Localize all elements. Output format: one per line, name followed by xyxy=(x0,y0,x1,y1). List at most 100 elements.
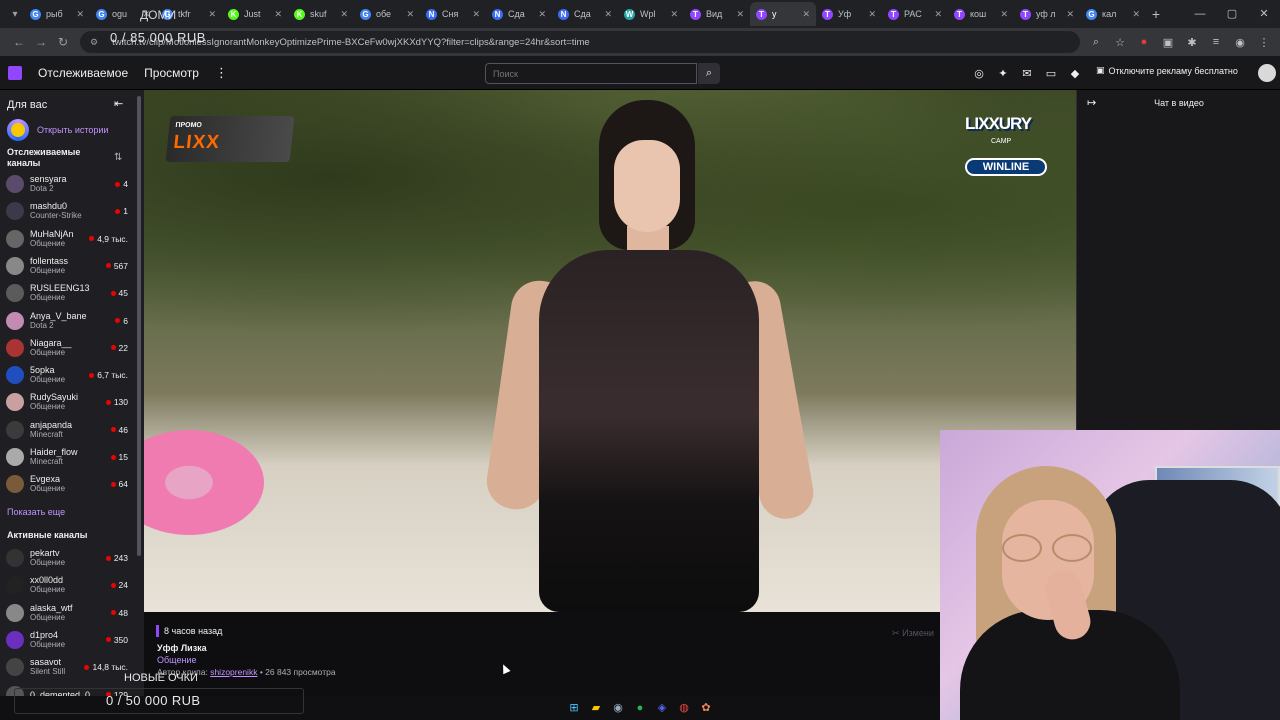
spotify-icon[interactable]: ● xyxy=(632,700,648,716)
stories-button[interactable]: Открыть истории xyxy=(7,119,108,141)
browser-tab[interactable]: T РАС ✕ xyxy=(882,2,948,26)
tab-title: tkfr xyxy=(178,9,191,19)
app-icon[interactable]: ✿ xyxy=(698,700,714,716)
sidebar-channel[interactable]: sensyara Dota 2 4 xyxy=(6,171,128,197)
browser-tab[interactable]: N Сня ✕ xyxy=(420,2,486,26)
browser-tab[interactable]: W Wpl ✕ xyxy=(618,2,684,26)
collapse-sidebar-icon[interactable]: ⇤ xyxy=(114,97,123,110)
tab-close-icon[interactable]: ✕ xyxy=(406,9,414,20)
tab-close-icon[interactable]: ✕ xyxy=(1132,9,1140,20)
user-avatar[interactable] xyxy=(1258,64,1276,82)
sidebar-channel[interactable]: Niagara__ Общение 22 xyxy=(6,335,128,361)
tab-close-icon[interactable]: ✕ xyxy=(274,9,282,20)
sidebar-channel[interactable]: sasavot Silent Still 14,8 тыс. xyxy=(6,654,128,680)
steam-icon[interactable]: ◉ xyxy=(610,700,626,716)
menu-icon[interactable]: ⋮ xyxy=(1256,36,1272,49)
channel-name: sasavot xyxy=(30,657,62,668)
discord-icon[interactable]: ◈ xyxy=(654,700,670,716)
sidebar-channel[interactable]: Haider_flow Minecraft 15 xyxy=(6,444,128,470)
bits-icon[interactable]: ◆ xyxy=(1068,67,1082,80)
tab-close-icon[interactable]: ✕ xyxy=(208,9,216,20)
explorer-icon[interactable]: ▰ xyxy=(588,700,604,716)
sidebar-channel[interactable]: xx0ll0dd Общение 24 xyxy=(6,572,128,598)
sidebar-channel[interactable]: anjapanda Minecraft 46 xyxy=(6,417,128,443)
expand-chat-icon[interactable]: ↦ xyxy=(1087,96,1096,109)
sidebar-scrollbar[interactable] xyxy=(137,96,141,556)
search-button[interactable]: ⌕ xyxy=(698,63,720,84)
tab-close-icon[interactable]: ✕ xyxy=(1000,9,1008,20)
tab-close-icon[interactable]: ✕ xyxy=(802,9,810,20)
zoom-icon[interactable]: ⌕ xyxy=(1088,36,1104,49)
media-icon[interactable]: ≡ xyxy=(1208,36,1224,48)
extension-icon[interactable]: ▣ xyxy=(1160,36,1176,49)
whispers-icon[interactable]: ▭ xyxy=(1044,67,1058,80)
maximize-icon[interactable]: ▢ xyxy=(1216,0,1248,28)
tab-close-icon[interactable]: ✕ xyxy=(604,9,612,20)
chrome-icon[interactable]: ◍ xyxy=(676,700,692,716)
sidebar-channel[interactable]: MuHaNjAn Общение 4,9 тыс. xyxy=(6,226,128,252)
sidebar-channel[interactable]: d1pro4 Общение 350 xyxy=(6,627,128,653)
twitch-logo-icon[interactable] xyxy=(8,65,22,80)
browser-tab[interactable]: Tуф л ✕ xyxy=(1014,2,1080,26)
bookmark-star-icon[interactable]: ☆ xyxy=(1112,36,1128,49)
browser-tab[interactable]: Kskuf ✕ xyxy=(288,2,354,26)
wand-icon[interactable]: ✦ xyxy=(996,67,1010,80)
browser-tab[interactable]: Gкал ✕ xyxy=(1080,2,1146,26)
sidebar-channel[interactable]: alaska_wtf Общение 48 xyxy=(6,600,128,626)
ad-free-button[interactable]: ▣ Отключите рекламу бесплатно xyxy=(1096,65,1238,76)
browser-tab[interactable]: K Just ✕ xyxy=(222,2,288,26)
video-player[interactable]: ПРОМО LIXX LIXXURY CAMP WINLINE xyxy=(144,90,1076,612)
nav-following[interactable]: Отслеживаемое xyxy=(38,66,128,80)
site-info-icon[interactable]: ⚙ xyxy=(90,37,98,48)
tab-close-icon[interactable]: ✕ xyxy=(1066,9,1074,20)
edit-clip-button[interactable]: ✂ Измени xyxy=(892,628,934,639)
sidebar-channel[interactable]: follentass Общение 567 xyxy=(6,253,128,279)
sidebar-channel[interactable]: 5opka Общение 6,7 тыс. xyxy=(6,362,128,388)
browser-tab[interactable]: Tу ✕ xyxy=(750,2,816,26)
sidebar-channel[interactable]: RudySayuki Общение 130 xyxy=(6,389,128,415)
browser-tab[interactable]: N Сда ✕ xyxy=(552,2,618,26)
sort-icon[interactable]: ⇅ xyxy=(114,152,122,163)
windows-start-icon[interactable]: ⊞ xyxy=(566,700,582,716)
sidebar-channel[interactable]: mashdu0 Counter-Strike 1 xyxy=(6,198,128,224)
puzzle-icon[interactable]: ✱ xyxy=(1184,36,1200,49)
forward-icon[interactable]: → xyxy=(30,35,52,49)
sidebar-channel[interactable]: Evgexa Общение 64 xyxy=(6,471,128,497)
tab-close-icon[interactable]: ✕ xyxy=(538,9,546,20)
tab-close-icon[interactable]: ✕ xyxy=(340,9,348,20)
back-icon[interactable]: ← xyxy=(8,35,30,49)
tab-close-icon[interactable]: ✕ xyxy=(736,9,744,20)
tab-close-icon[interactable]: ✕ xyxy=(934,9,942,20)
browser-tab[interactable]: Gобе ✕ xyxy=(354,2,420,26)
browser-tab[interactable]: N Сда ✕ xyxy=(486,2,552,26)
channel-game: Общение xyxy=(30,293,66,303)
clip-category[interactable]: Общение xyxy=(157,655,196,665)
tab-search-icon[interactable]: ▾ xyxy=(6,9,24,20)
adblock-icon[interactable]: ● xyxy=(1136,36,1152,48)
close-window-icon[interactable]: ✕ xyxy=(1248,0,1280,28)
browser-tab[interactable]: Gрыб ✕ xyxy=(24,2,90,26)
sidebar-channel[interactable]: pekartv Общение 243 xyxy=(6,545,128,571)
sidebar-channel[interactable]: RUSLEENG13 Общение 45 xyxy=(6,280,128,306)
author-link[interactable]: shizoprenikk xyxy=(210,667,257,677)
omnibox[interactable]: ⚙ twitch.tv/clip/MotionlessIgnorantMonke… xyxy=(80,31,1080,53)
inbox-icon[interactable]: ✉ xyxy=(1020,67,1034,80)
profile-icon[interactable]: ◉ xyxy=(1232,36,1248,49)
new-tab-button[interactable]: + xyxy=(1146,6,1166,22)
nav-browse[interactable]: Просмотр xyxy=(144,66,199,80)
browser-tab[interactable]: T Уф ✕ xyxy=(816,2,882,26)
minimize-icon[interactable]: — xyxy=(1184,0,1216,28)
tab-favicon-icon: G xyxy=(360,8,371,20)
reload-icon[interactable]: ↻ xyxy=(52,35,74,49)
tab-close-icon[interactable]: ✕ xyxy=(868,9,876,20)
browser-tab[interactable]: T Вид ✕ xyxy=(684,2,750,26)
drops-icon[interactable]: ◎ xyxy=(972,67,986,80)
show-more-link[interactable]: Показать еще xyxy=(7,507,65,517)
tab-close-icon[interactable]: ✕ xyxy=(472,9,480,20)
browser-tab[interactable]: Tкош ✕ xyxy=(948,2,1014,26)
tab-close-icon[interactable]: ✕ xyxy=(670,9,678,20)
sidebar-channel[interactable]: Anya_V_bane Dota 2 6 xyxy=(6,308,128,334)
more-icon[interactable]: ⋮ xyxy=(215,65,228,81)
tab-close-icon[interactable]: ✕ xyxy=(76,9,84,20)
search-input[interactable] xyxy=(485,63,697,84)
